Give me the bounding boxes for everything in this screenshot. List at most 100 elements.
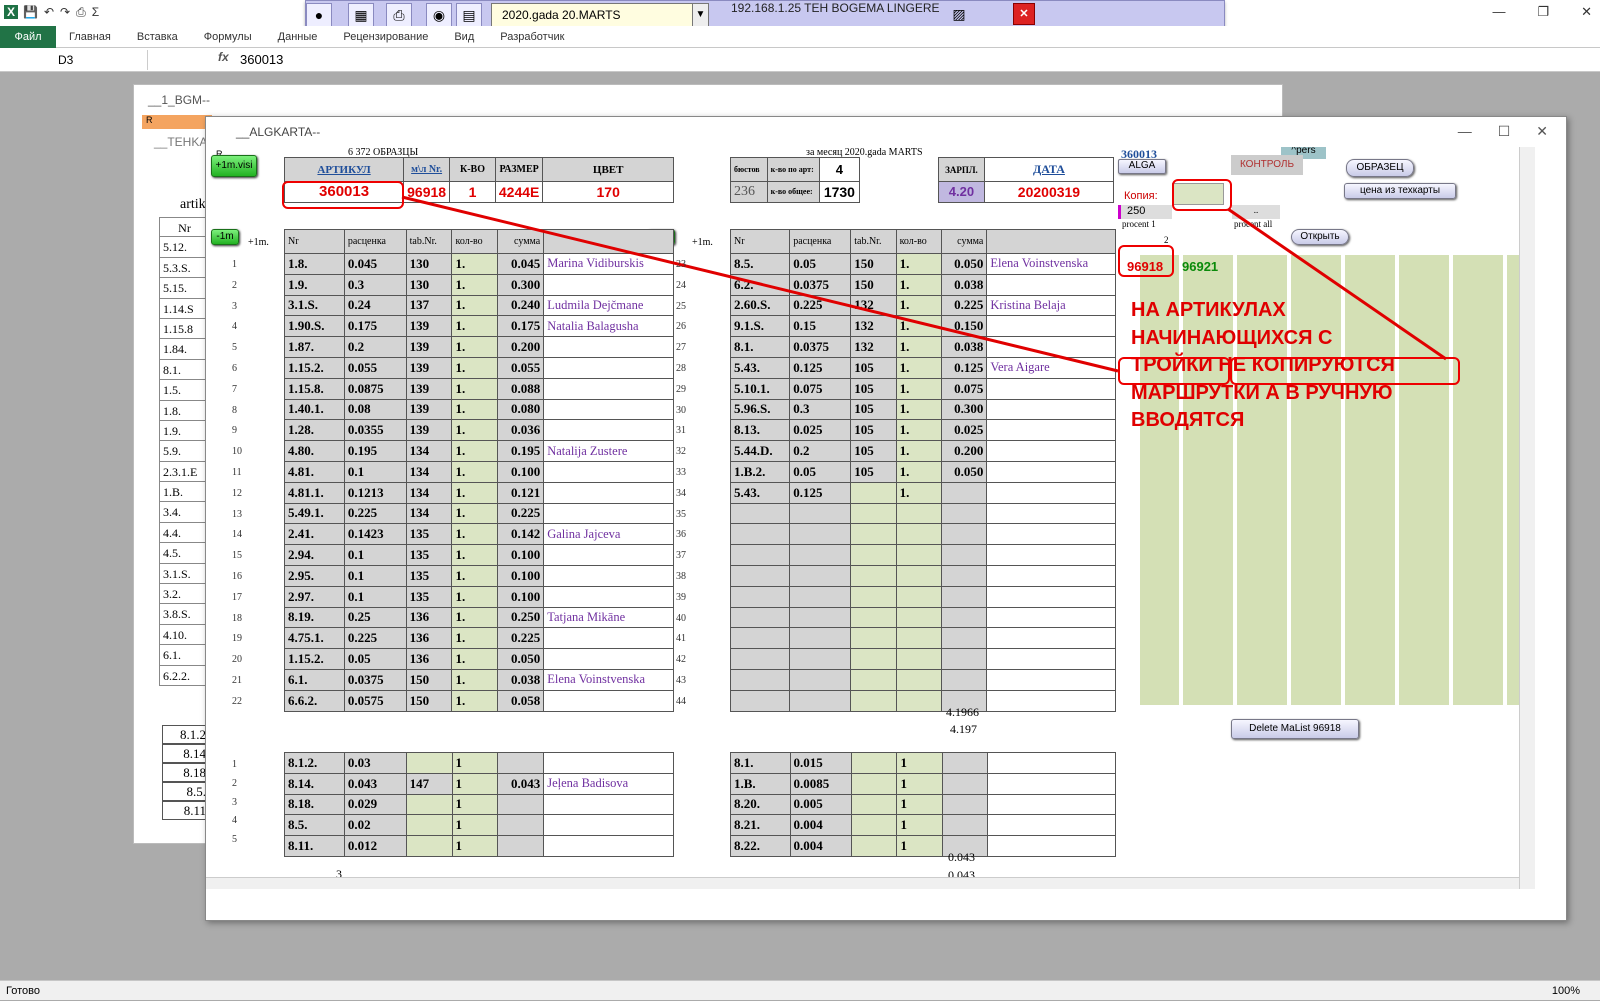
list-item: 8.1.2 [162, 725, 210, 744]
row-number: 5 [232, 834, 237, 846]
list-item: 3.1.S. [159, 563, 207, 585]
back-list: Nr 5.12. 5.3.S. 5.15. 1.14.S 1.15.8 1.84. 8.1.… [159, 217, 207, 686]
chart-icon[interactable]: ▨ [946, 3, 972, 27]
row-number: 43 [676, 675, 686, 686]
row-number: 18 [232, 612, 242, 624]
row-number: 3 [232, 300, 237, 312]
row-number: 33 [676, 467, 686, 478]
row-number: 17 [232, 591, 242, 603]
list-item: 1.84. [159, 339, 207, 360]
tab-view[interactable]: Вид [441, 31, 487, 43]
tab-formulas[interactable]: Формулы [191, 31, 265, 43]
row-number: 15 [232, 550, 242, 562]
row-number: 30 [676, 404, 686, 416]
row-number: 14 [232, 529, 242, 541]
list-item: 4.5. [159, 543, 207, 564]
fx-icon[interactable]: fx [218, 50, 229, 64]
excel-logo-icon: X [4, 5, 18, 19]
formula-bar: D3 fx 360013 [0, 48, 1600, 72]
calendar-icon[interactable]: ▤ [456, 3, 482, 27]
row-number: 37 [676, 550, 686, 562]
maximize-icon[interactable]: ☐ [1498, 123, 1511, 140]
server-label: 192.168.1.25 TEH BOGEMA LINGERE [731, 1, 940, 15]
window-controls: — ☐ ✕ [1458, 123, 1548, 140]
list-item: 4.10. [159, 624, 207, 646]
undo-icon[interactable]: ↶ [43, 5, 55, 19]
list-item: 1.B. [159, 482, 207, 503]
row-number: 21 [232, 675, 242, 686]
tab-data[interactable]: Данные [265, 31, 331, 43]
name-box[interactable]: D3 [0, 50, 148, 70]
row-number: 27 [676, 342, 686, 354]
row-number: 40 [676, 612, 686, 624]
horizontal-scrollbar[interactable] [206, 877, 1519, 889]
chevron-down-icon[interactable]: ▼ [692, 4, 708, 26]
worksheet[interactable]: R 6 372 ОБРАЗЦЫ за месяц 2020.gada MARTS… [206, 147, 1546, 889]
tab-home[interactable]: Главная [56, 31, 124, 43]
list-item: 8.1. [159, 359, 207, 381]
ribbon-tabs: Файл Главная Вставка Формулы Данные Реце… [0, 25, 1600, 48]
globe-icon[interactable]: ● [306, 3, 332, 27]
row-number: 9 [232, 425, 237, 437]
list-item: 5.3.S. [159, 257, 207, 279]
list-item: 1.5. [159, 380, 207, 401]
tab-insert[interactable]: Вставка [124, 31, 191, 43]
toolbar-close-icon[interactable]: ✕ [1013, 3, 1035, 25]
list-item: 3.8.S. [159, 604, 207, 625]
row-number: 44 [676, 695, 686, 707]
minimize-icon[interactable]: — [1492, 4, 1505, 20]
redo-icon[interactable]: ↷ [59, 5, 71, 19]
formula-input[interactable]: 360013 [240, 50, 283, 70]
r-label: R [142, 115, 212, 129]
algkarta-window[interactable]: __ALGKARTA-- — ☐ ✕ R 6 372 ОБРАЗЦЫ за ме… [205, 116, 1567, 921]
list-item: 8.18 [162, 763, 210, 782]
sum-lower-1: 0.043 [948, 850, 975, 864]
row-number: 36 [676, 529, 686, 541]
tab-developer[interactable]: Разработчик [487, 31, 577, 43]
close-icon[interactable]: ✕ [1536, 123, 1548, 140]
status-text: Готово [6, 985, 40, 997]
row-number: 12 [232, 487, 242, 499]
window-title: __ALGKARTA-- [236, 125, 321, 139]
row-number: 4 [232, 321, 237, 333]
back-lower-list: 8.1.2 8.14 8.18 8.5. 8.11 [162, 725, 210, 820]
restore-icon[interactable]: ❐ [1537, 4, 1549, 20]
row-number: 6 [232, 363, 237, 374]
row-number: 41 [676, 633, 686, 645]
tab-review[interactable]: Рецензирование [330, 31, 441, 43]
printer-icon[interactable]: ⎙ [386, 3, 412, 27]
row-number: 8 [232, 404, 237, 416]
calculator-icon[interactable]: ▦ [348, 3, 374, 27]
quick-access-toolbar: X 💾 ↶ ↷ ⎙ Σ [0, 0, 300, 24]
list-item: 1.15.8 [159, 318, 207, 340]
color-wheel-icon[interactable]: ◉ [426, 3, 452, 27]
row-number: 7 [232, 383, 237, 395]
row-number: 25 [676, 300, 686, 312]
list-item: 3.4. [159, 502, 207, 523]
close-icon[interactable]: ✕ [1581, 4, 1592, 20]
list-item: 6.2.2. [159, 665, 207, 686]
list-item: 6.1. [159, 645, 207, 666]
row-number: 16 [232, 571, 242, 582]
list-item: 4.4. [159, 522, 207, 544]
list-item: 2.3.1.E [159, 461, 207, 483]
month-select[interactable]: 2020.gada 20.MARTS ▼ [491, 3, 709, 27]
artikul-label: artik [180, 197, 206, 212]
row-number: 26 [676, 321, 686, 333]
row-number: 31 [676, 425, 686, 437]
list-item: 5.12. [159, 237, 207, 258]
list-item: 5.9. [159, 441, 207, 462]
list-item: 5.15. [159, 278, 207, 299]
list-item: 8.14 [162, 744, 210, 763]
list-item: 1.9. [159, 420, 207, 442]
vertical-scrollbar[interactable] [1519, 147, 1535, 889]
sum-icon[interactable]: Σ [91, 5, 100, 19]
minimize-icon[interactable]: — [1458, 123, 1472, 140]
row-number: 1 [232, 259, 237, 270]
save-icon[interactable]: 💾 [22, 5, 39, 19]
print-icon[interactable]: ⎙ [75, 5, 87, 20]
list-item: 1.14.S [159, 298, 207, 319]
tab-file[interactable]: Файл [0, 25, 56, 48]
zoom-level[interactable]: 100% [1552, 981, 1580, 1001]
row-number: 3 [232, 796, 237, 808]
